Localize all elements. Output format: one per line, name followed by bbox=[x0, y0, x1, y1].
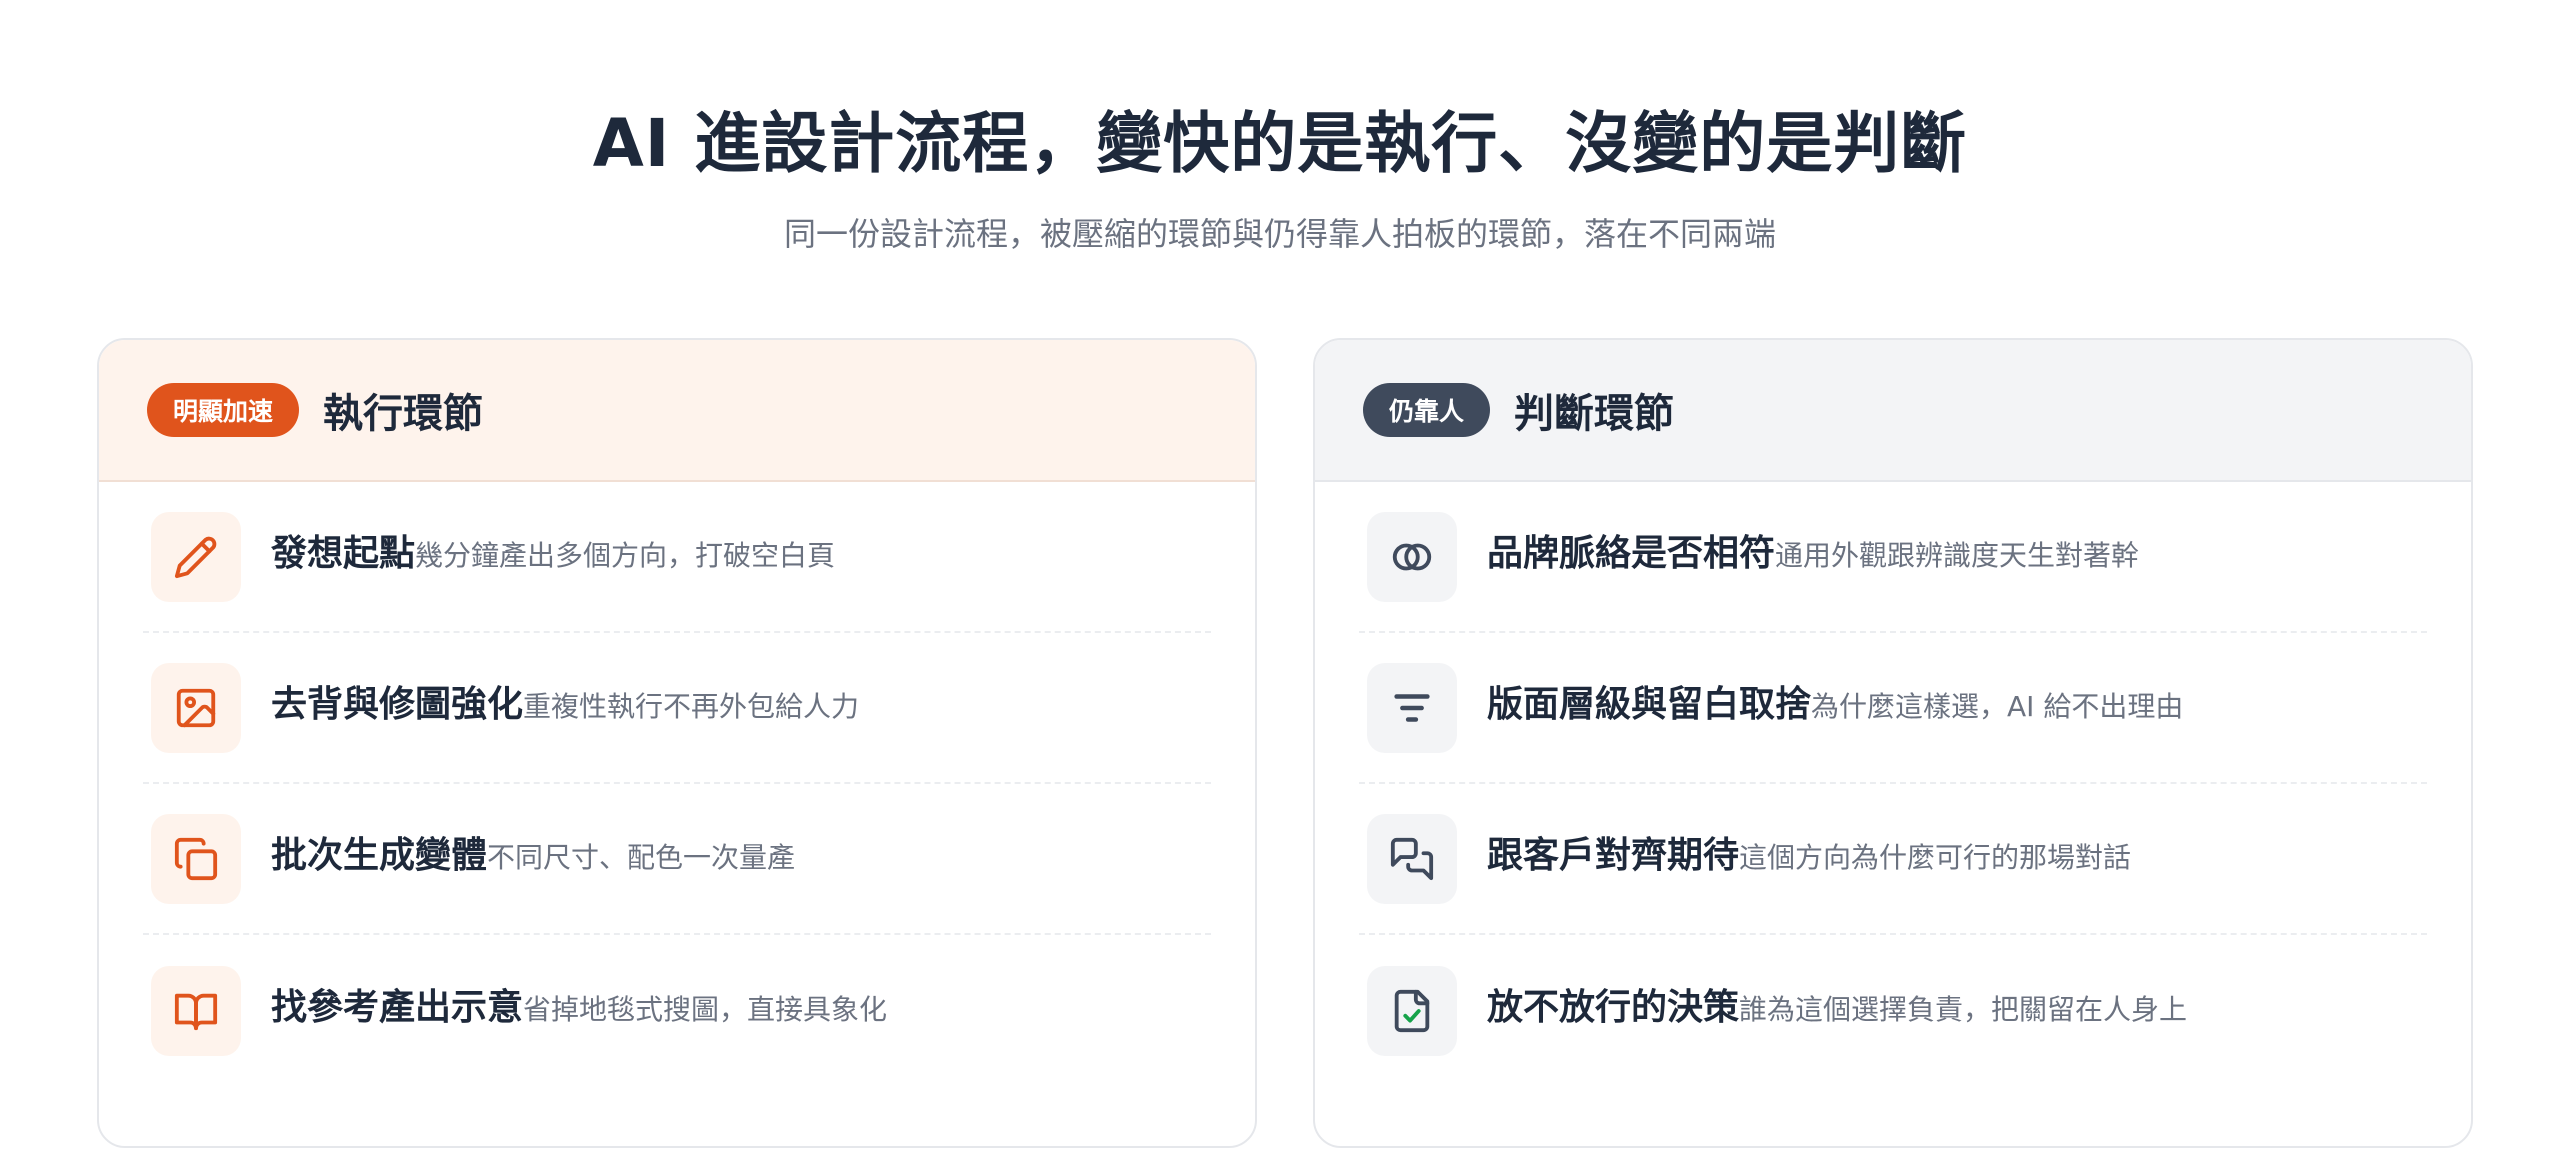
item-title: 跟客戶對齊期待 bbox=[1487, 834, 1740, 876]
item-title: 發想起點 bbox=[271, 532, 416, 574]
item-desc: 這個方向為什麼可行的那場對話 bbox=[1739, 840, 2132, 874]
item-title: 版面層級與留白取捨 bbox=[1487, 683, 1812, 725]
linked-circles-icon bbox=[1367, 511, 1457, 602]
human-badge: 仍靠人 bbox=[1363, 383, 1491, 437]
page: AI 進設計流程，變快的是執行、沒變的是判斷 同一份設計流程，被壓縮的環節與仍得… bbox=[0, 0, 2560, 1166]
page-title: AI 進設計流程，變快的是執行、沒變的是判斷 bbox=[592, 105, 1968, 182]
judgment-card: 仍靠人 判斷環節 品牌脈絡是否相符通用外觀跟辨識度天生對著幹 版面層級與留白取捨… bbox=[1313, 338, 2473, 1148]
item-title: 找參考產出示意 bbox=[271, 986, 524, 1028]
execution-card-header: 明顯加速 執行環節 bbox=[99, 340, 1255, 482]
list-item: 發想起點幾分鐘產出多個方向，打破空白頁 bbox=[143, 482, 1211, 633]
pencil-icon bbox=[151, 511, 241, 602]
list-item: 品牌脈絡是否相符通用外觀跟辨識度天生對著幹 bbox=[1359, 482, 2427, 633]
item-desc: 省掉地毯式搜圖，直接具象化 bbox=[523, 992, 888, 1026]
item-title: 批次生成變體 bbox=[271, 834, 488, 876]
item-desc: 幾分鐘產出多個方向，打破空白頁 bbox=[415, 538, 836, 572]
copy-icon bbox=[151, 813, 241, 904]
page-subtitle: 同一份設計流程，被壓縮的環節與仍得靠人拍板的環節，落在不同兩端 bbox=[783, 215, 1776, 253]
speedup-badge: 明顯加速 bbox=[147, 383, 300, 437]
image-icon bbox=[151, 662, 241, 753]
book-open-icon bbox=[151, 965, 241, 1056]
list-item: 批次生成變體不同尺寸、配色一次量產 bbox=[143, 784, 1211, 935]
list-item: 去背與修圖強化重複性執行不再外包給人力 bbox=[143, 633, 1211, 784]
item-title: 品牌脈絡是否相符 bbox=[1487, 532, 1776, 574]
list-item: 找參考產出示意省掉地毯式搜圖，直接具象化 bbox=[143, 935, 1211, 1086]
judgment-card-title: 判斷環節 bbox=[1514, 391, 1675, 437]
execution-card: 明顯加速 執行環節 發想起點幾分鐘產出多個方向，打破空白頁 去背與修圖強化重複性… bbox=[97, 338, 1257, 1148]
item-desc: 為什麼這樣選，AI 給不出理由 bbox=[1811, 689, 2184, 723]
chat-bubbles-icon bbox=[1367, 813, 1457, 904]
list-item: 放不放行的決策誰為這個選擇負責，把關留在人身上 bbox=[1359, 935, 2427, 1086]
execution-card-title: 執行環節 bbox=[323, 391, 484, 437]
item-title: 放不放行的決策 bbox=[1487, 986, 1740, 1028]
item-desc: 重複性執行不再外包給人力 bbox=[523, 689, 860, 723]
list-item: 跟客戶對齊期待這個方向為什麼可行的那場對話 bbox=[1359, 784, 2427, 935]
item-desc: 通用外觀跟辨識度天生對著幹 bbox=[1775, 538, 2140, 572]
item-desc: 不同尺寸、配色一次量產 bbox=[487, 840, 796, 874]
list-item: 版面層級與留白取捨為什麼這樣選，AI 給不出理由 bbox=[1359, 633, 2427, 784]
item-desc: 誰為這個選擇負責，把關留在人身上 bbox=[1739, 992, 2188, 1026]
judgment-list: 品牌脈絡是否相符通用外觀跟辨識度天生對著幹 版面層級與留白取捨為什麼這樣選，AI… bbox=[1315, 482, 2471, 1086]
file-check-icon bbox=[1367, 965, 1457, 1056]
execution-list: 發想起點幾分鐘產出多個方向，打破空白頁 去背與修圖強化重複性執行不再外包給人力 bbox=[99, 482, 1255, 1086]
judgment-card-header: 仍靠人 判斷環節 bbox=[1315, 340, 2471, 482]
hierarchy-lines-icon bbox=[1367, 662, 1457, 753]
item-title: 去背與修圖強化 bbox=[271, 683, 524, 725]
